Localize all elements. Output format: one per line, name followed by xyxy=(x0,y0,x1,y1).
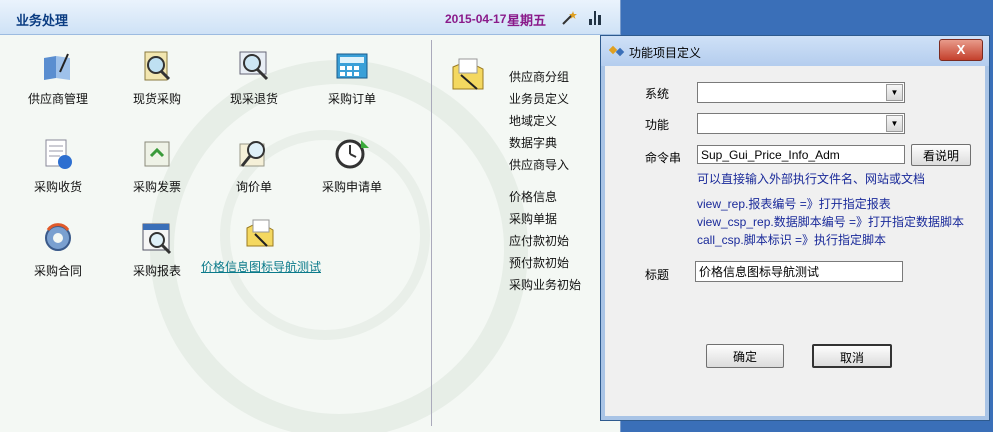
spot-purchase-icon xyxy=(144,51,171,81)
view-help-button[interactable]: 看说明 xyxy=(911,144,971,166)
tile-label: 采购合同 xyxy=(33,264,82,278)
tile-label: 现货采购 xyxy=(132,92,181,106)
tile-purchase-contract[interactable]: 采购合同 xyxy=(8,220,108,279)
nav-link-prepaid-init[interactable]: 预付款初始 xyxy=(509,254,569,271)
magic-wand-icon[interactable] xyxy=(560,9,578,27)
cancel-button[interactable]: 取消 xyxy=(812,344,892,368)
dialog-body: 系统 ▼ 功能 ▼ 命令串 Sup_Gui_Price_Info_Adm 看说明… xyxy=(609,66,981,412)
tile-price-info[interactable]: 价格信息图标导航测试 xyxy=(196,216,326,275)
panel-title: 业务处理 xyxy=(16,13,69,28)
panel-header: 业务处理 2015-04-17 星期五 xyxy=(0,0,620,35)
chevron-down-icon[interactable]: ▼ xyxy=(886,115,903,132)
dialog-titlebar[interactable]: 功能项目定义 X xyxy=(601,36,989,66)
price-info-icon xyxy=(246,219,274,247)
dialog-title: 功能项目定义 xyxy=(629,46,702,60)
inquiry-icon xyxy=(239,141,265,167)
tile-inquiry[interactable]: 询价单 xyxy=(204,136,304,195)
function-select[interactable]: ▼ xyxy=(697,113,905,134)
ok-button[interactable]: 确定 xyxy=(706,344,784,368)
tree-config-icon[interactable] xyxy=(586,9,604,27)
panel-divider xyxy=(431,40,432,426)
purchase-contract-icon xyxy=(45,223,71,251)
tile-label: 采购申请单 xyxy=(321,180,382,194)
purchase-return-icon xyxy=(239,51,269,81)
close-button[interactable]: X xyxy=(939,39,983,61)
nav-link-payable-init[interactable]: 应付款初始 xyxy=(509,232,569,249)
command-label: 命令串 xyxy=(645,151,682,165)
nav-link-data-dictionary[interactable]: 数据字典 xyxy=(509,134,557,151)
nav-link-purchase-documents[interactable]: 采购单据 xyxy=(509,210,557,227)
tile-purchase-request[interactable]: 采购申请单 xyxy=(302,136,402,195)
tile-purchase-receipt[interactable]: 采购收货 xyxy=(8,136,108,195)
nav-link-salesman-definition[interactable]: 业务员定义 xyxy=(509,90,569,107)
caption-input[interactable]: 价格信息图标导航测试 xyxy=(695,261,903,282)
tile-label: 采购发票 xyxy=(132,180,181,194)
tile-label: 现采退货 xyxy=(229,92,278,106)
purchase-request-icon xyxy=(335,139,369,169)
purchase-receipt-icon xyxy=(45,139,72,169)
hint-call-csp: call_csp.脚本标识 =》执行指定脚本 xyxy=(697,233,887,247)
nav-link-region-definition[interactable]: 地域定义 xyxy=(509,112,557,129)
supplier-management-icon xyxy=(44,53,70,80)
tile-purchase-invoice[interactable]: 采购发票 xyxy=(107,136,207,195)
tile-purchase-order[interactable]: 采购订单 xyxy=(302,48,402,107)
nav-link-purchase-business-init[interactable]: 采购业务初始 xyxy=(509,276,581,293)
hint-main: 可以直接输入外部执行文件名、网站或文档 xyxy=(697,172,926,186)
hint-view-rep: view_rep.报表编号 =》打开指定报表 xyxy=(697,197,891,211)
system-select[interactable]: ▼ xyxy=(697,82,905,103)
tile-label: 采购报表 xyxy=(132,264,181,278)
tile-label: 采购收货 xyxy=(33,180,82,194)
folder-tools-icon xyxy=(452,58,484,90)
command-input[interactable]: Sup_Gui_Price_Info_Adm xyxy=(697,145,905,164)
tile-label: 采购订单 xyxy=(327,92,376,106)
hint-view-csp-rep: view_csp_rep.数据脚本编号 =》打开指定数据脚本 xyxy=(697,215,965,229)
purchase-order-icon xyxy=(336,53,368,79)
tile-label-link[interactable]: 价格信息图标导航测试 xyxy=(196,258,326,275)
system-label: 系统 xyxy=(645,87,670,101)
tile-purchase-report[interactable]: 采购报表 xyxy=(107,220,207,279)
dialog-app-icon xyxy=(609,45,625,57)
purchase-invoice-icon xyxy=(144,141,170,167)
nav-link-supplier-group[interactable]: 供应商分组 xyxy=(509,68,569,85)
business-panel: 业务处理 2015-04-17 星期五 供应商管理 现货采购 现采退货 采购订单… xyxy=(0,0,621,432)
tile-spot-purchase[interactable]: 现货采购 xyxy=(107,48,207,107)
chevron-down-icon[interactable]: ▼ xyxy=(886,84,903,101)
purchase-report-icon xyxy=(142,223,172,255)
tile-label: 询价单 xyxy=(235,180,272,194)
function-item-dialog: 功能项目定义 X 系统 ▼ 功能 ▼ 命令串 Sup_Gui_Price_Inf… xyxy=(600,35,990,421)
tile-purchase-return[interactable]: 现采退货 xyxy=(204,48,304,107)
tile-label: 供应商管理 xyxy=(27,92,88,106)
current-weekday: 星期五 xyxy=(507,13,547,28)
tile-supplier-management[interactable]: 供应商管理 xyxy=(8,48,108,107)
nav-link-supplier-import[interactable]: 供应商导入 xyxy=(509,156,569,173)
caption-label: 标题 xyxy=(645,268,670,282)
nav-link-price-info[interactable]: 价格信息 xyxy=(509,188,557,205)
function-label: 功能 xyxy=(645,118,670,132)
current-date: 2015-04-17 xyxy=(445,12,507,26)
